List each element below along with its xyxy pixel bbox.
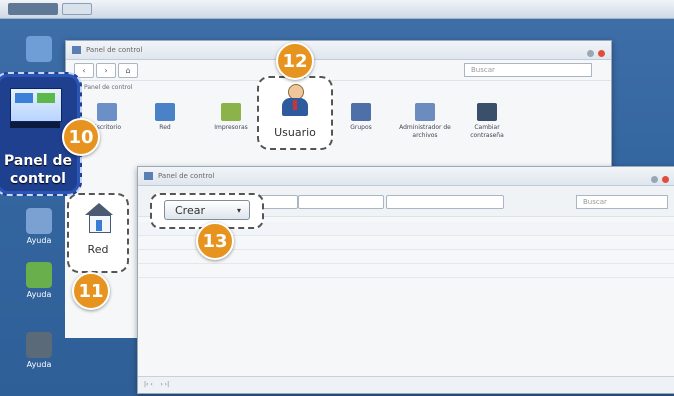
minimize-button[interactable] xyxy=(586,50,594,57)
taskbar-menu-button[interactable] xyxy=(8,3,58,15)
user-icon xyxy=(279,84,311,118)
panel-icon-printers[interactable]: Impresoras xyxy=(202,103,260,132)
red-label: Red xyxy=(87,243,109,256)
desktop-icon xyxy=(97,103,117,121)
desktop-app-icon xyxy=(26,36,52,62)
window-title-bar: Panel de control xyxy=(66,41,611,60)
panel-icon-label: Administrador de archivos xyxy=(399,124,451,139)
search-input[interactable]: Buscar xyxy=(464,63,592,77)
panel-icon-groups[interactable]: Grupos xyxy=(332,103,390,132)
chevron-down-icon: ▾ xyxy=(236,206,241,215)
panel-icon-network[interactable]: Red xyxy=(136,103,194,132)
create-button[interactable]: Crear ▾ xyxy=(164,200,250,220)
home-button[interactable]: ⌂ xyxy=(118,63,138,78)
desktop-app-icon xyxy=(26,208,52,234)
step-badge-12: 12 xyxy=(276,42,314,80)
panel-icon-password[interactable]: Cambiar contraseña xyxy=(458,103,516,140)
window-title-bar: Panel de control xyxy=(138,167,674,186)
panel-icon-label: Cambiar contraseña xyxy=(470,124,504,139)
monitor-icon xyxy=(10,88,62,122)
close-button[interactable] xyxy=(662,176,669,183)
taskbar-window-button[interactable] xyxy=(62,3,92,15)
table-row[interactable] xyxy=(138,264,674,278)
window-icon xyxy=(72,46,81,54)
home-network-icon xyxy=(85,203,113,233)
groups-icon xyxy=(351,103,371,121)
window-title: Panel de control xyxy=(86,46,143,54)
printer-icon xyxy=(221,103,241,121)
label-line-2: control xyxy=(10,171,66,187)
create-button-label: Crear xyxy=(175,204,205,217)
pager-controls[interactable]: |‹ ‹ › ›| xyxy=(144,377,169,393)
panel-de-control-label: Panel de control xyxy=(0,152,80,188)
panel-icon-label: Red xyxy=(159,124,171,131)
desktop-icon-label: Ayuda xyxy=(26,360,52,369)
top-taskbar xyxy=(0,0,674,19)
password-icon xyxy=(477,103,497,121)
file-manager-icon xyxy=(415,103,435,121)
desktop-icon-3[interactable]: Ayuda xyxy=(4,262,74,299)
search-input[interactable]: Buscar xyxy=(576,195,668,209)
panel-icon-label: Grupos xyxy=(350,124,372,131)
desktop-icon-4[interactable]: Ayuda xyxy=(4,332,74,369)
monitor-base xyxy=(10,122,60,128)
desktop-icon-1[interactable] xyxy=(4,36,74,64)
breadcrumb: Panel de control xyxy=(84,84,133,91)
desktop-app-icon xyxy=(26,332,52,358)
minimize-button[interactable] xyxy=(650,176,658,183)
desktop-icon-label: Ayuda xyxy=(26,290,52,299)
desktop-app-icon xyxy=(26,262,52,288)
step-badge-13: 13 xyxy=(196,222,234,260)
status-bar: |‹ ‹ › ›| xyxy=(138,376,674,393)
red-callout[interactable]: Red xyxy=(67,193,129,273)
toolbar-button-2[interactable] xyxy=(298,195,384,209)
usuario-callout[interactable]: Usuario xyxy=(257,76,333,150)
usuario-label: Usuario xyxy=(274,126,316,139)
network-icon xyxy=(155,103,175,121)
window-icon xyxy=(144,172,153,180)
step-badge-11: 11 xyxy=(72,272,110,310)
navigation-bar: ‹ › ⌂ Buscar xyxy=(66,60,611,81)
close-button[interactable] xyxy=(598,50,605,57)
forward-button[interactable]: › xyxy=(96,63,116,78)
toolbar-button-3[interactable] xyxy=(386,195,504,209)
label-line-1: Panel de xyxy=(4,153,72,169)
panel-icon-label: Impresoras xyxy=(214,124,248,131)
step-badge-10: 10 xyxy=(62,118,100,156)
desktop-icon-2[interactable]: Ayuda xyxy=(4,208,74,245)
desktop-icon-label: Ayuda xyxy=(26,236,52,245)
window-title: Panel de control xyxy=(158,172,215,180)
panel-icon-file-manager[interactable]: Administrador de archivos xyxy=(396,103,454,140)
